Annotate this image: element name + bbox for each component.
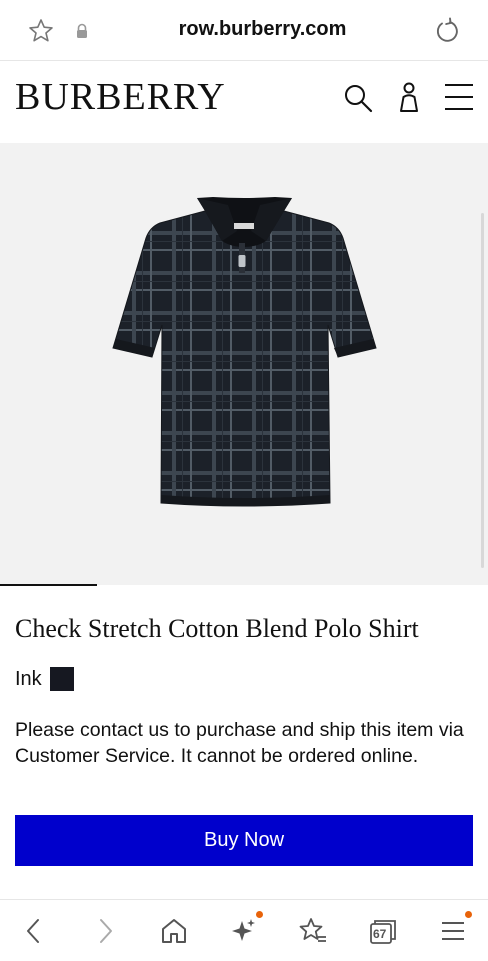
color-selector: Ink	[15, 666, 74, 692]
reload-icon[interactable]	[433, 17, 461, 45]
home-icon[interactable]	[159, 916, 189, 946]
back-icon[interactable]	[19, 916, 49, 946]
browser-toolbar: 67	[0, 899, 488, 961]
polo-shirt-image	[112, 197, 377, 507]
scrollbar[interactable]	[481, 213, 484, 568]
url-text[interactable]: row.burberry.com	[120, 18, 405, 41]
bookmarks-icon[interactable]	[298, 916, 328, 946]
color-name: Ink	[15, 667, 42, 690]
carousel-indicator	[0, 584, 97, 586]
site-header: BURBERRY	[0, 61, 488, 143]
notification-dot	[256, 911, 263, 918]
product-image[interactable]	[0, 143, 488, 585]
account-icon[interactable]	[396, 81, 422, 113]
tabs-icon[interactable]: 67	[368, 916, 398, 946]
search-icon[interactable]	[343, 83, 373, 113]
tab-count: 67	[373, 927, 387, 941]
brand-logo[interactable]: BURBERRY	[15, 75, 226, 119]
product-title: Check Stretch Cotton Blend Polo Shirt	[15, 614, 419, 643]
buy-now-button[interactable]: Buy Now	[15, 815, 473, 866]
lock-icon[interactable]	[74, 23, 90, 39]
forward-icon[interactable]	[90, 916, 120, 946]
hamburger-icon[interactable]	[438, 916, 468, 946]
color-swatch[interactable]	[49, 667, 74, 691]
purchase-notice: Please contact us to purchase and ship t…	[15, 719, 464, 767]
star-outline-icon[interactable]	[28, 18, 54, 44]
sparkle-icon[interactable]	[229, 916, 259, 946]
browser-address-bar: row.burberry.com	[0, 0, 488, 61]
notification-dot	[465, 911, 472, 918]
menu-icon[interactable]	[444, 81, 474, 113]
